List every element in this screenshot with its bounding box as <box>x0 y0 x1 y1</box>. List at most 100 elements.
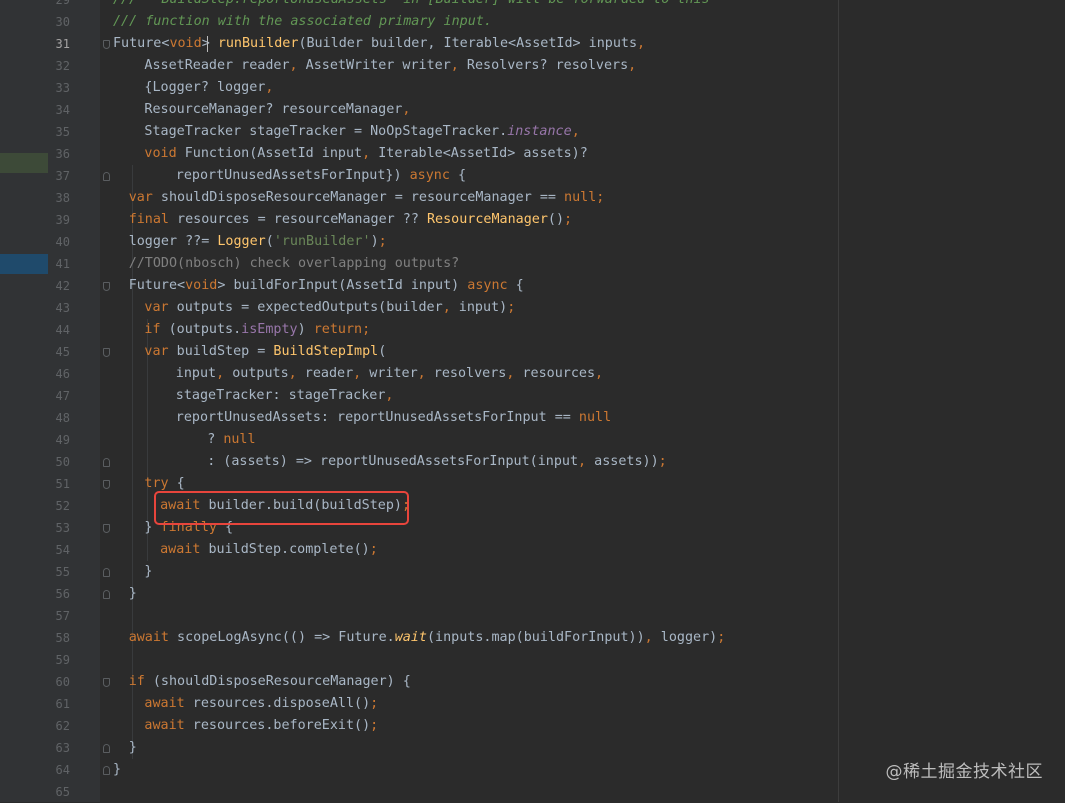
code-token: final <box>128 212 169 227</box>
code-line-text: void Function(AssetId input, Iterable<As… <box>144 143 587 165</box>
code-line-text: {Logger? logger, <box>144 77 273 99</box>
code-line[interactable]: logger ??= Logger('runBuilder'); <box>100 231 1065 253</box>
code-line[interactable]: reportUnusedAssets: reportUnusedAssetsFo… <box>100 407 1065 429</box>
line-number: 44 <box>55 323 70 337</box>
code-token: logger ??= <box>128 234 218 249</box>
code-line-text: await scopeLogAsync(() => Future.wait(in… <box>129 627 726 649</box>
code-line-text: var outputs = expectedOutputs(builder, i… <box>144 297 515 319</box>
line-number: 50 <box>55 455 70 469</box>
line-number: 51 <box>55 477 70 491</box>
code-line[interactable]: await resources.disposeAll(); <box>100 693 1065 715</box>
code-line[interactable] <box>100 781 1065 803</box>
code-token: //TODO(nbosch) check overlapping outputs… <box>128 256 460 271</box>
code-line[interactable]: Future<void> buildForInput(AssetId input… <box>100 275 1065 297</box>
code-line[interactable]: Future<void> runBuilder(Builder builder,… <box>100 33 1065 55</box>
code-line-text: AssetReader reader, AssetWriter writer, … <box>144 55 636 77</box>
line-number: 30 <box>55 15 70 29</box>
code-token: resources <box>514 366 596 381</box>
code-line[interactable]: } <box>100 737 1065 759</box>
code-token: () <box>547 212 565 227</box>
code-line-text: logger ??= Logger('runBuilder'); <box>129 231 387 253</box>
code-token: assets)) <box>586 454 659 469</box>
code-token: , <box>595 366 604 381</box>
code-token: ; <box>658 454 667 469</box>
code-token: resources = resourceManager ?? <box>169 212 427 227</box>
code-token: AssetWriter writer <box>297 58 451 73</box>
code-line-text: var buildStep = BuildStepImpl( <box>144 341 386 363</box>
code-token: ( <box>378 344 387 359</box>
code-token: } <box>113 762 122 777</box>
line-number: 57 <box>55 609 70 623</box>
code-editor[interactable]: 29 30 31 32 33 34 35 36 37 38 39 40 41 42 43 44 45 46 47 48… <box>0 0 1065 802</box>
line-number: 56 <box>55 587 70 601</box>
code-line[interactable]: await resources.beforeExit(); <box>100 715 1065 737</box>
code-line[interactable]: stageTracker: stageTracker, <box>100 385 1065 407</box>
code-token: , <box>417 366 426 381</box>
code-line[interactable]: final resources = resourceManager ?? Res… <box>100 209 1065 231</box>
line-number: 64 <box>55 763 70 777</box>
code-token: , <box>450 58 459 73</box>
code-line[interactable]: await scopeLogAsync(() => Future.wait(in… <box>100 627 1065 649</box>
code-line-text: : (assets) => reportUnusedAssetsForInput… <box>207 451 667 473</box>
code-line[interactable]: if (outputs.isEmpty) return; <box>100 319 1065 341</box>
code-line[interactable]: } <box>100 583 1065 605</box>
code-token: > buildForInput(AssetId input) <box>217 278 468 293</box>
code-line-text: await buildStep.complete(); <box>160 539 378 561</box>
code-token: ResourceManager? resourceManager <box>144 102 403 117</box>
code-token: (shouldDisposeResourceManager) { <box>144 674 411 689</box>
code-token: } <box>144 564 153 579</box>
code-line-text: await resources.disposeAll(); <box>144 693 378 715</box>
code-line-text: } <box>129 737 137 759</box>
line-number-gutter[interactable]: 29 30 31 32 33 34 35 36 37 38 39 40 41 42 43 44 45 46 47 48… <box>48 0 110 802</box>
code-token: null <box>578 410 612 425</box>
code-token: ; <box>370 696 379 711</box>
line-number: 39 <box>55 213 70 227</box>
code-line[interactable]: ? null <box>100 429 1065 451</box>
code-line-text: Future<void> runBuilder(Builder builder,… <box>113 33 645 55</box>
highlight-annotation-box <box>154 491 409 525</box>
vcs-change-marker <box>0 153 48 173</box>
code-token: Resolvers? resolvers <box>458 58 629 73</box>
code-token: await <box>160 542 201 557</box>
code-token: return; <box>313 322 371 337</box>
code-token: shouldDisposeResourceManager = resourceM… <box>152 190 565 205</box>
code-line[interactable]: } <box>100 561 1065 583</box>
code-token: {Logger? logger <box>144 80 266 95</box>
code-line[interactable]: {Logger? logger, <box>100 77 1065 99</box>
code-line[interactable]: await buildStep.complete(); <box>100 539 1065 561</box>
code-line[interactable]: ResourceManager? resourceManager, <box>100 99 1065 121</box>
code-area[interactable]: /// `BuildStep.reportUnusedAssets` in [B… <box>100 0 1065 802</box>
code-line[interactable]: var shouldDisposeResourceManager = resou… <box>100 187 1065 209</box>
code-line[interactable] <box>100 605 1065 627</box>
code-token: var <box>144 344 169 359</box>
code-line-text: final resources = resourceManager ?? Res… <box>129 209 572 231</box>
code-line[interactable]: StageTracker stageTracker = NoOpStageTra… <box>100 121 1065 143</box>
code-line[interactable]: input, outputs, reader, writer, resolver… <box>100 363 1065 385</box>
line-number: 53 <box>55 521 70 535</box>
code-token: , <box>628 58 637 73</box>
code-token: , <box>571 124 580 139</box>
code-token: await <box>144 718 185 733</box>
code-line[interactable]: reportUnusedAssetsForInput}) async { <box>100 165 1065 187</box>
line-number: 59 <box>55 653 70 667</box>
code-line[interactable]: //TODO(nbosch) check overlapping outputs… <box>100 253 1065 275</box>
code-line[interactable]: if (shouldDisposeResourceManager) { <box>100 671 1065 693</box>
code-token: ) <box>370 234 379 249</box>
code-token: > <box>201 36 218 51</box>
code-line[interactable]: void Function(AssetId input, Iterable<As… <box>100 143 1065 165</box>
code-line[interactable]: : (assets) => reportUnusedAssetsForInput… <box>100 451 1065 473</box>
code-token: , <box>216 366 225 381</box>
code-token: buildStep = <box>168 344 274 359</box>
code-line[interactable] <box>100 649 1065 671</box>
code-token: Future< <box>113 36 170 51</box>
line-number: 43 <box>55 301 70 315</box>
code-token: await <box>144 696 185 711</box>
line-number: 55 <box>55 565 70 579</box>
code-line[interactable]: AssetReader reader, AssetWriter writer, … <box>100 55 1065 77</box>
code-line[interactable]: var buildStep = BuildStepImpl( <box>100 341 1065 363</box>
code-line[interactable]: var outputs = expectedOutputs(builder, i… <box>100 297 1065 319</box>
code-line[interactable]: /// function with the associated primary… <box>100 11 1065 33</box>
code-line-text: reportUnusedAssets: reportUnusedAssetsFo… <box>176 407 611 429</box>
code-token: , <box>289 58 298 73</box>
code-line[interactable]: /// `BuildStep.reportUnusedAssets` in [B… <box>100 0 1065 11</box>
